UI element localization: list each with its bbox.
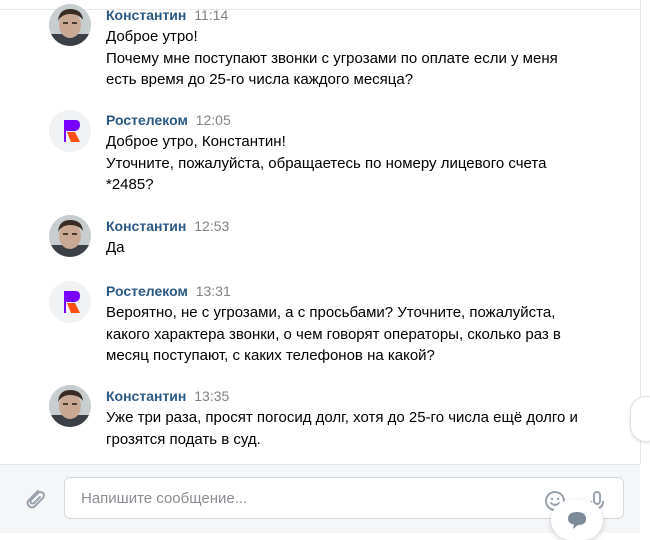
sender-name[interactable]: Ростелеком [106,283,188,299]
sender-name[interactable]: Константин [106,388,186,404]
chat-bubble-icon [566,510,588,530]
message-text: Да [106,239,125,256]
rostelecom-logo-icon [49,110,91,152]
message-text: Доброе утро, Константин! [106,133,286,150]
message-text: Уточните, пожалуйста, обращаетесь по ном… [106,154,547,172]
message-time: 12:53 [194,218,230,234]
message-text: какого характера звонки, о чем говорят о… [106,325,561,343]
message-text: Уже три раза, просят погосид долг, хотя … [106,409,578,426]
message-text: *2485? [106,176,154,193]
message-text: Доброе утро! [106,28,198,45]
message-text: Почему мне поступают звонки с угрозами п… [106,49,558,67]
scroll-down-button[interactable] [630,396,650,442]
header-divider [0,9,640,10]
message-time: 12:05 [195,112,231,128]
chat-fab-button[interactable] [551,500,603,540]
message-text: есть время до 25-го числа каждого месяца… [106,71,414,88]
sender-name[interactable]: Константин [106,7,186,23]
rostelecom-logo-icon [49,281,91,323]
message-time: 11:14 [194,7,229,23]
user-avatar[interactable] [49,215,91,257]
user-avatar[interactable] [49,385,91,427]
message-text: месяц поступают, с каких телефонов на ка… [106,347,435,364]
user-avatar[interactable] [49,4,91,46]
sender-name[interactable]: Константин [106,218,186,234]
message-input-placeholder: Напишите сообщение... [81,490,248,507]
message-history[interactable]: Константин 11:14 Доброе утро! Почему мне… [0,0,641,464]
sender-name[interactable]: Ростелеком [106,112,188,128]
paperclip-icon[interactable] [19,483,49,513]
message-time: 13:35 [194,388,230,404]
company-logo-avatar[interactable] [49,110,91,152]
message-text: грозятся подать в суд. [106,430,261,448]
message-text: Вероятно, не с угрозами, а с просьбами? … [106,304,556,321]
company-logo-avatar[interactable] [49,281,91,323]
message-time: 13:31 [195,283,231,299]
